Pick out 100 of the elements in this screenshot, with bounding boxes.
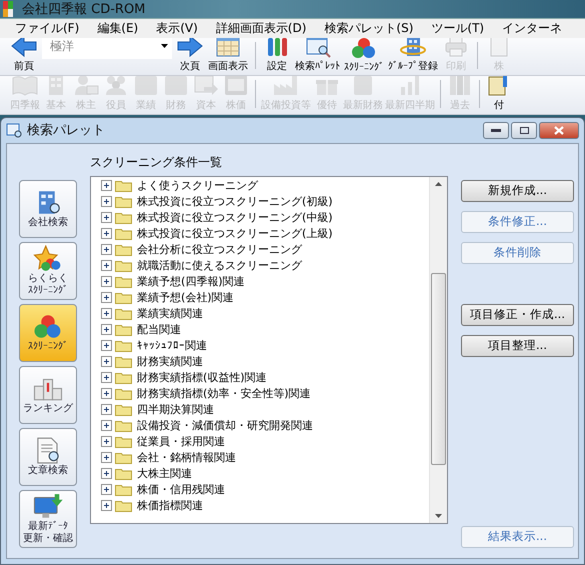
person-icon <box>72 76 100 97</box>
sidebar-button[interactable]: 文章検索 <box>19 428 77 486</box>
folder-icon <box>115 355 132 368</box>
minimize-button[interactable] <box>483 122 509 139</box>
menu-item[interactable]: 詳細画面表示(D) <box>206 20 316 37</box>
folder-icon <box>115 259 132 272</box>
expand-icon[interactable] <box>101 196 112 208</box>
folder-icon <box>115 451 132 464</box>
expand-icon[interactable] <box>101 356 112 368</box>
company-dropdown[interactable]: 極洋 <box>42 38 172 60</box>
screen-arrow-icon <box>192 76 220 97</box>
close-button[interactable] <box>539 122 579 139</box>
toolbar-button[interactable]: 設定 <box>263 38 291 74</box>
tree-item[interactable]: 業績予想(四季報)関連 <box>101 274 429 290</box>
table-icon <box>214 38 242 58</box>
window-search-icon <box>6 122 22 138</box>
toolbar-button[interactable]: 検索ﾊﾟﾚｯﾄ <box>295 38 340 74</box>
action-button[interactable]: 項目修正・作成... <box>461 304 574 326</box>
tree-item[interactable]: 会社分析に役立つスクリーニング <box>101 242 429 258</box>
scroll-up-icon[interactable] <box>435 182 442 186</box>
book-icon <box>11 76 39 97</box>
expand-icon[interactable] <box>101 212 112 224</box>
left-arrow-icon <box>10 38 38 58</box>
tree-item[interactable]: 大株主関連 <box>101 466 429 482</box>
menu-item[interactable]: 検索パレット(S) <box>315 20 422 37</box>
menu-item[interactable]: 編集(E) <box>88 20 148 37</box>
folder-icon <box>115 243 132 256</box>
expand-icon[interactable] <box>101 276 112 288</box>
tree-item[interactable]: 配当関連 <box>101 322 429 338</box>
tree-item[interactable]: ｷｬｯｼｭﾌﾛｰ関連 <box>101 338 429 354</box>
sidebar-button[interactable]: ｽｸﾘｰﾆﾝｸﾞ <box>19 304 77 362</box>
menu-item[interactable]: インターネ <box>493 20 572 37</box>
dropdown-arrow-icon <box>161 44 168 48</box>
tree-item[interactable]: 財務実績関連 <box>101 354 429 370</box>
toolbar-button[interactable]: 付 <box>485 76 513 112</box>
menu-item[interactable]: 表示(V) <box>147 20 207 37</box>
folder-icon <box>115 403 132 416</box>
expand-icon[interactable] <box>101 484 112 496</box>
tree-item[interactable]: 株式投資に役立つスクリーニング(初級) <box>101 194 429 210</box>
toolbar-button[interactable]: 画面表示 <box>208 38 248 74</box>
expand-icon[interactable] <box>101 452 112 464</box>
expand-icon[interactable] <box>101 228 112 240</box>
tree-item[interactable]: 就職活動に使えるスクリーニング <box>101 258 429 274</box>
expand-icon[interactable] <box>101 500 112 512</box>
menu-item[interactable]: ツール(T) <box>422 20 494 37</box>
tree-item[interactable]: 業績予想(会社)関連 <box>101 290 429 306</box>
tree-item[interactable]: よく使うスクリーニング <box>101 178 429 194</box>
toolbar-button[interactable]: 次頁 <box>176 38 204 74</box>
expand-icon[interactable] <box>101 388 112 400</box>
sidebar-button[interactable]: ランキング <box>19 366 77 424</box>
folder-icon <box>115 275 132 288</box>
expand-icon[interactable] <box>101 180 112 192</box>
folder-icon <box>115 435 132 448</box>
palette-title: 検索パレット <box>27 122 105 140</box>
sidebar-button[interactable]: 最新ﾃﾞｰﾀ 更新・確認 <box>19 490 77 548</box>
action-button[interactable]: 項目整理... <box>461 334 574 357</box>
tree-item[interactable]: 四半期決算関連 <box>101 402 429 418</box>
scrollbar[interactable] <box>429 176 447 523</box>
list-title: スクリーニング条件一覧 <box>90 154 223 171</box>
folder-icon <box>115 467 132 480</box>
right-arrow-icon <box>176 38 204 58</box>
expand-icon[interactable] <box>101 468 112 480</box>
tree-item[interactable]: 株価・信用残関連 <box>101 482 429 498</box>
tree-item[interactable]: 従業員・採用関連 <box>101 434 429 450</box>
sidebar-button[interactable]: らくらく ｽｸﾘｰﾆﾝｸﾞ <box>19 242 77 300</box>
back-button[interactable]: 前頁 <box>10 38 38 74</box>
folder-icon <box>115 371 132 384</box>
toolbar-button[interactable]: ｸﾞﾙｰﾌﾟ登録 <box>388 38 438 74</box>
scroll-down-icon[interactable] <box>435 514 442 518</box>
tree-item[interactable]: 株式投資に役立つスクリーニング(中級) <box>101 210 429 226</box>
folder-icon <box>115 419 132 432</box>
tree-item[interactable]: 株式投資に役立つスクリーニング(上級) <box>101 226 429 242</box>
expand-icon[interactable] <box>101 244 112 256</box>
expand-icon[interactable] <box>101 324 112 336</box>
expand-icon[interactable] <box>101 404 112 416</box>
expand-icon[interactable] <box>101 260 112 272</box>
folder-icon <box>115 307 132 320</box>
tree-item[interactable]: 財務実績指標(収益性)関連 <box>101 370 429 386</box>
expand-icon[interactable] <box>101 420 112 432</box>
close-icon <box>554 126 564 135</box>
tree-item[interactable]: 設備投資・減価償却・研究開発関連 <box>101 418 429 434</box>
expand-icon[interactable] <box>101 372 112 384</box>
expand-icon[interactable] <box>101 308 112 320</box>
expand-icon[interactable] <box>101 436 112 448</box>
maximize-button[interactable] <box>511 122 537 139</box>
action-button[interactable]: 新規作成... <box>461 180 574 202</box>
tree-item[interactable]: 株価指標関連 <box>101 498 429 514</box>
tree-item[interactable]: 会社・銘柄情報関連 <box>101 450 429 466</box>
folder-icon <box>115 499 132 512</box>
expand-icon[interactable] <box>101 292 112 304</box>
block-icon <box>162 76 190 97</box>
menu-item[interactable]: ファイル(F) <box>6 20 88 37</box>
folder-icon <box>115 339 132 352</box>
maximize-icon <box>520 126 528 134</box>
expand-icon[interactable] <box>101 340 112 352</box>
tree-item[interactable]: 財務実績指標(効率・安全性等)関連 <box>101 386 429 402</box>
toolbar-button[interactable]: ｽｸﾘｰﾆﾝｸﾞ <box>344 38 384 74</box>
sidebar-button[interactable]: 会社検索 <box>19 180 77 238</box>
folder-icon <box>115 179 132 192</box>
tree-item[interactable]: 業績実績関連 <box>101 306 429 322</box>
